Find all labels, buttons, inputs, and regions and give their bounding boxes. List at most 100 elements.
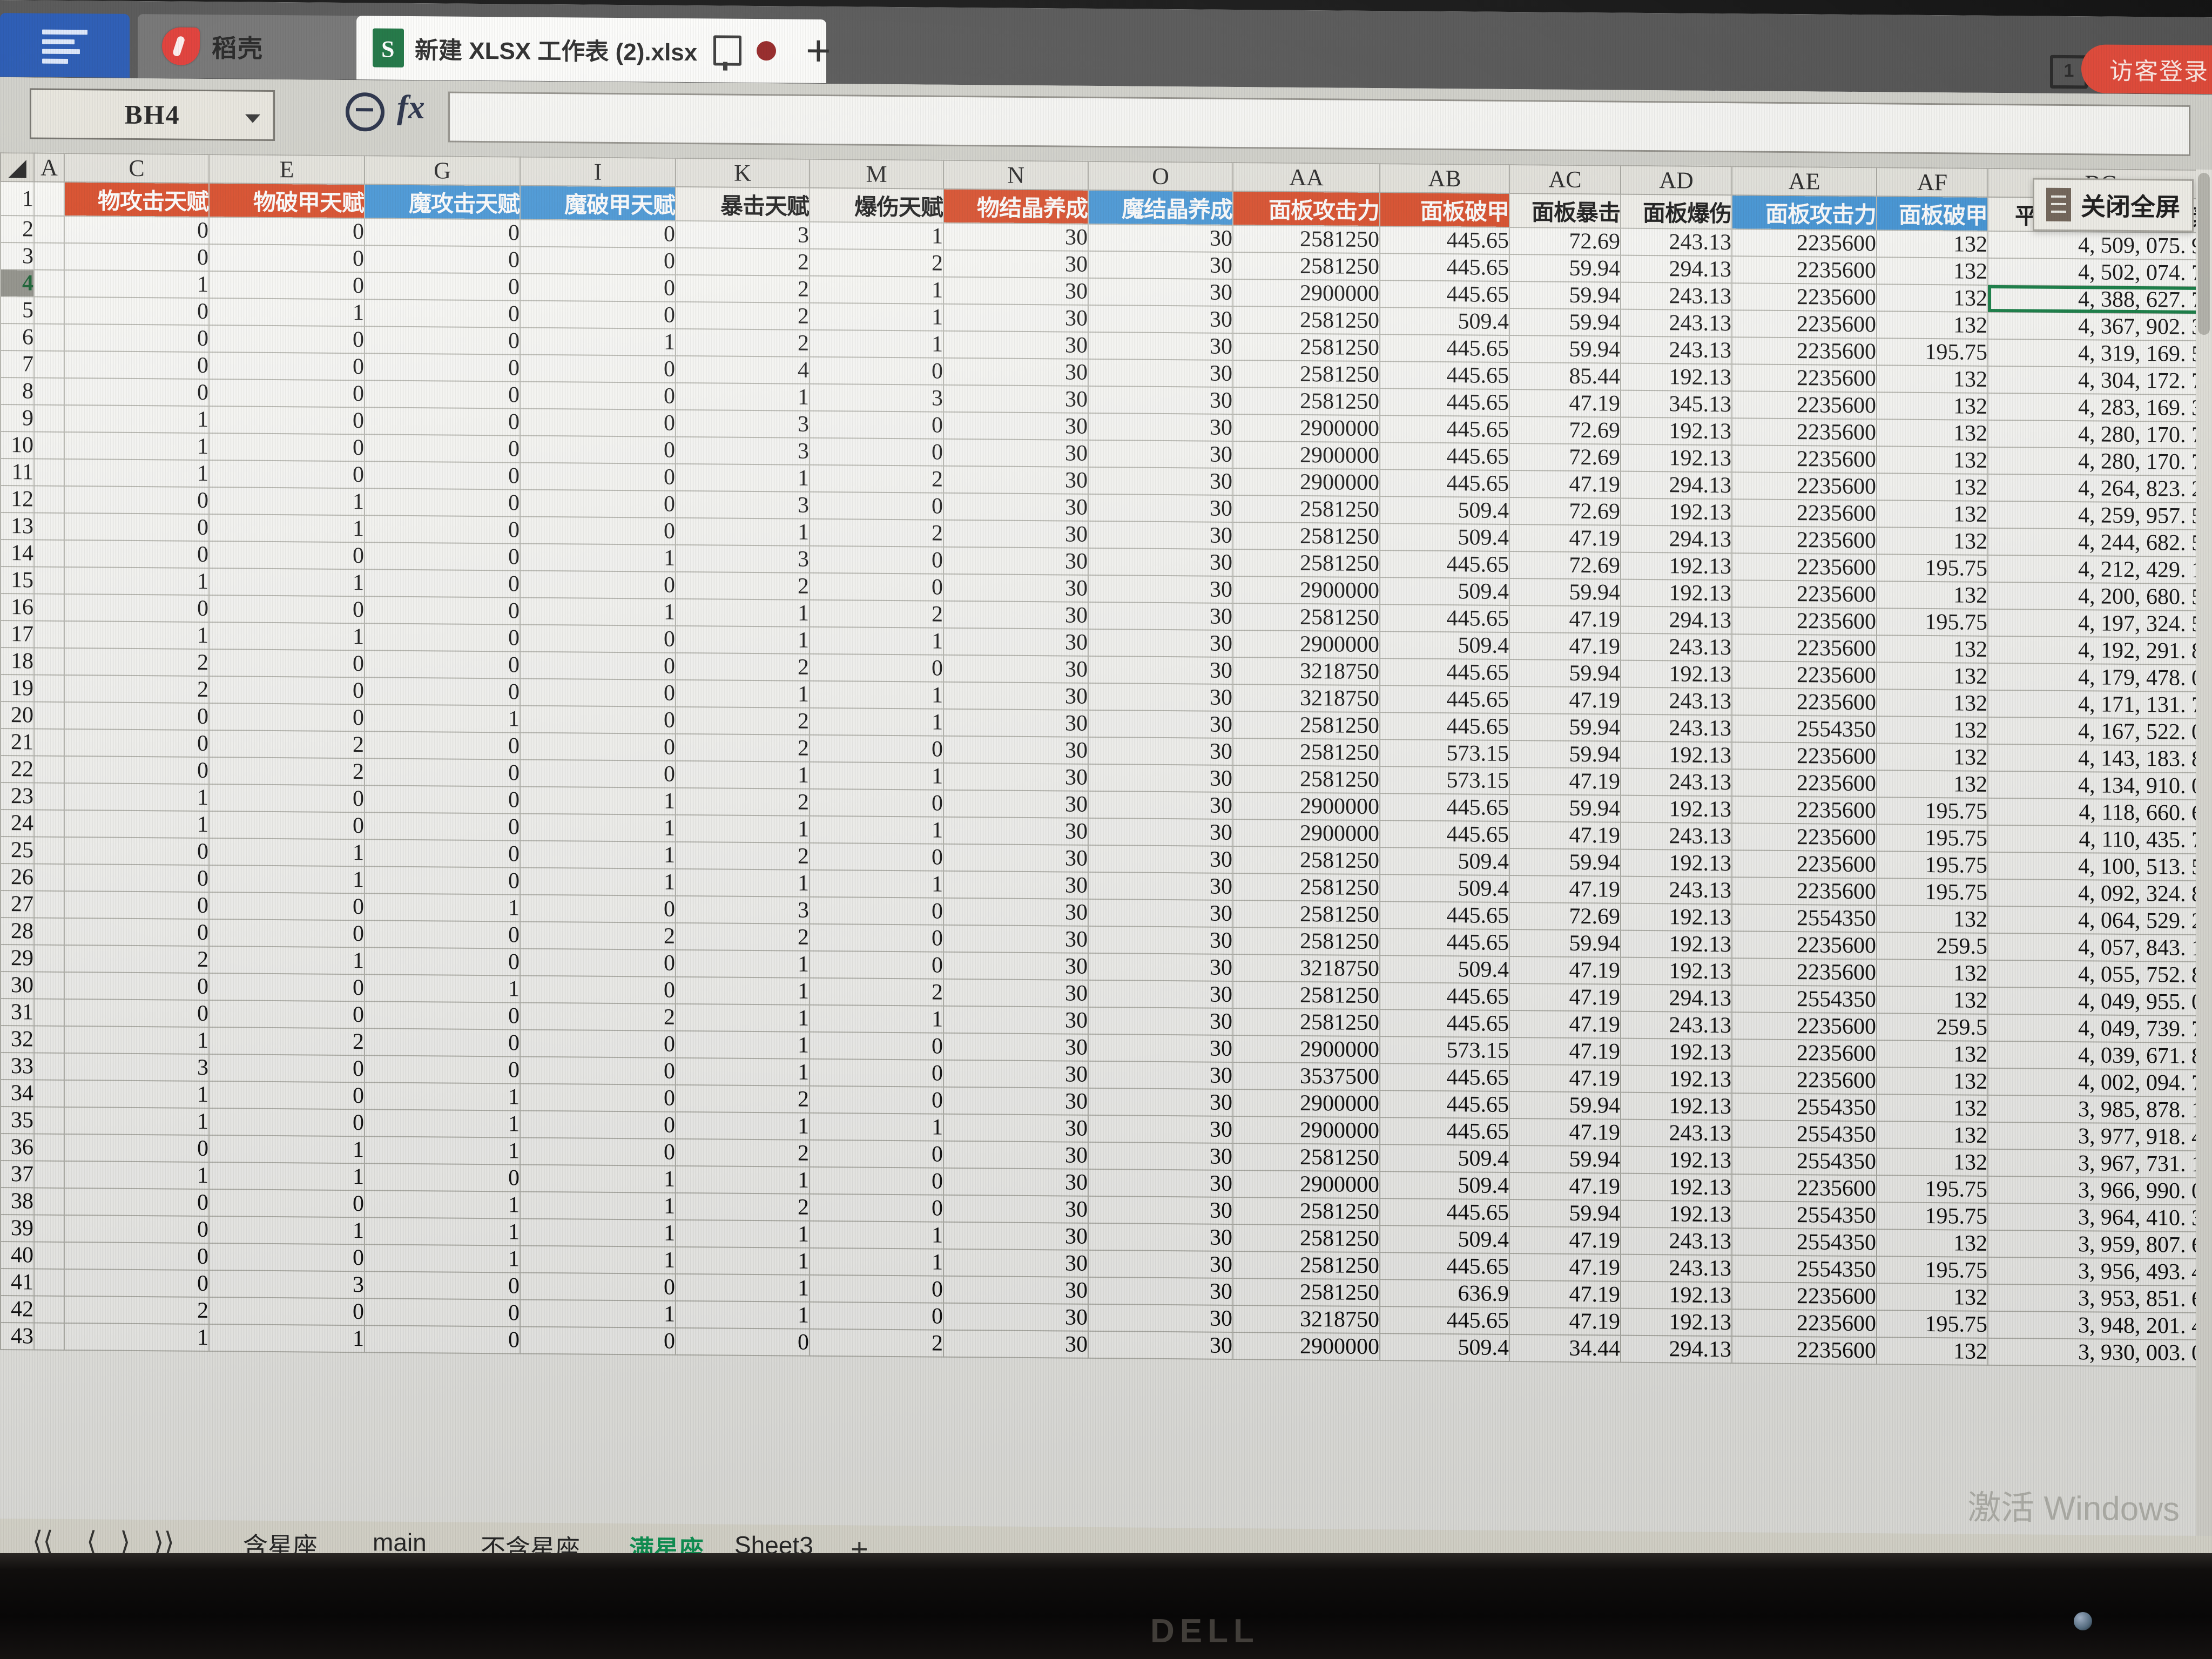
cell-r17-c4[interactable]: 1: [676, 625, 810, 654]
cell-r22-c10[interactable]: 47.19: [1509, 767, 1621, 795]
cell-r9-c11[interactable]: 192.13: [1621, 417, 1732, 446]
cell-r43-c11[interactable]: 294.13: [1621, 1335, 1732, 1364]
cell-r6-c5[interactable]: 1: [810, 329, 943, 358]
column-header-I[interactable]: I: [520, 157, 676, 187]
cell-r16-c10[interactable]: 47.19: [1509, 605, 1621, 633]
cell-r12-c1[interactable]: 1: [209, 487, 365, 516]
cell-r27-c8[interactable]: 2581250: [1233, 900, 1380, 929]
cell-r6-c14[interactable]: 4, 319, 169. 58: [1988, 339, 2212, 368]
cell-r37-c0[interactable]: 1: [64, 1161, 209, 1190]
cell-r10-c3[interactable]: 0: [520, 435, 676, 464]
column-title-13[interactable]: 面板破甲: [1877, 196, 1988, 231]
cell-r15-c7[interactable]: 30: [1088, 575, 1233, 603]
row-header-9[interactable]: 9: [1, 404, 34, 432]
cell-r31-c10[interactable]: 47.19: [1509, 1010, 1621, 1038]
cell-r19-c1[interactable]: 0: [209, 676, 365, 705]
cell-r11-c1[interactable]: 0: [209, 460, 365, 489]
cell-r12-c11[interactable]: 192.13: [1621, 498, 1732, 527]
cell-r21-c11[interactable]: 192.13: [1621, 741, 1732, 770]
cell-r14-c2[interactable]: 0: [365, 542, 520, 571]
cell-r6-c6[interactable]: 30: [943, 331, 1088, 359]
cell-r11-c12[interactable]: 2235600: [1732, 472, 1877, 501]
row-header-34[interactable]: 34: [1, 1080, 34, 1107]
cell-r29-c7[interactable]: 30: [1088, 953, 1233, 981]
cell-r19-c11[interactable]: 243.13: [1621, 687, 1732, 716]
row-header-7[interactable]: 7: [1, 350, 34, 378]
cell-r35-c2[interactable]: 1: [365, 1109, 520, 1138]
cell-r42-c0[interactable]: 2: [64, 1296, 209, 1325]
cell-A14[interactable]: [34, 539, 64, 567]
cell-r33-c7[interactable]: 30: [1088, 1061, 1233, 1089]
cell-r39-c5[interactable]: 1: [810, 1220, 943, 1249]
cell-r18-c2[interactable]: 0: [365, 650, 520, 679]
cell-r30-c5[interactable]: 2: [810, 977, 943, 1006]
cell-r42-c2[interactable]: 0: [365, 1298, 520, 1327]
cell-r10-c1[interactable]: 0: [209, 433, 365, 462]
cell-A28[interactable]: [34, 918, 64, 945]
cell-r16-c9[interactable]: 445.65: [1380, 604, 1509, 632]
cell-r6-c7[interactable]: 30: [1088, 332, 1233, 360]
cell-r18-c11[interactable]: 192.13: [1621, 660, 1732, 689]
cell-r18-c10[interactable]: 59.94: [1509, 659, 1621, 687]
cell-A18[interactable]: [34, 648, 64, 675]
cell-r34-c7[interactable]: 30: [1088, 1088, 1233, 1116]
cell-r25-c11[interactable]: 192.13: [1621, 849, 1732, 878]
row-header-43[interactable]: 43: [1, 1323, 34, 1350]
cell-r29-c10[interactable]: 47.19: [1509, 956, 1621, 984]
cell-r43-c3[interactable]: 0: [520, 1326, 676, 1355]
column-title-8[interactable]: 面板攻击力: [1233, 191, 1380, 227]
cell-r37-c9[interactable]: 509.4: [1380, 1171, 1509, 1199]
cell-r43-c12[interactable]: 2235600: [1732, 1336, 1877, 1365]
guest-login-button[interactable]: 访客登录: [2081, 44, 2212, 95]
cell-r25-c13[interactable]: 195.75: [1877, 851, 1988, 879]
column-title-7[interactable]: 魔结晶养成: [1088, 190, 1233, 225]
cell-r41-c3[interactable]: 0: [520, 1272, 676, 1301]
cell-r17-c2[interactable]: 0: [365, 623, 520, 652]
cell-r2-c0[interactable]: 0: [64, 215, 209, 245]
cell-r9-c1[interactable]: 0: [209, 406, 365, 435]
row-header-2[interactable]: 2: [1, 215, 34, 243]
cell-r13-c8[interactable]: 2581250: [1233, 522, 1380, 551]
name-box[interactable]: BH4: [30, 88, 275, 141]
row-header-28[interactable]: 28: [1, 918, 34, 945]
cell-r8-c11[interactable]: 345.13: [1621, 390, 1732, 419]
cell-r27-c0[interactable]: 0: [64, 891, 209, 920]
cell-r39-c10[interactable]: 47.19: [1509, 1226, 1621, 1255]
cell-r7-c13[interactable]: 132: [1877, 365, 1988, 393]
cell-r41-c0[interactable]: 0: [64, 1269, 209, 1298]
cell-r26-c10[interactable]: 47.19: [1509, 875, 1621, 903]
cell-r16-c3[interactable]: 1: [520, 597, 676, 626]
cell-r6-c2[interactable]: 0: [365, 326, 520, 355]
spreadsheet-grid[interactable]: ◢ACEGIKMNOAAABACADAEAFBG 1物攻击天赋物破甲天赋魔攻击天…: [0, 152, 2212, 1536]
cell-r29-c8[interactable]: 3218750: [1233, 954, 1380, 983]
cell-r39-c14[interactable]: 3, 959, 807. 63: [1988, 1230, 2212, 1259]
cell-r23-c10[interactable]: 59.94: [1509, 794, 1621, 822]
row-header-26[interactable]: 26: [1, 864, 34, 891]
cell-r24-c12[interactable]: 2235600: [1732, 823, 1877, 852]
cell-r25-c6[interactable]: 30: [943, 844, 1088, 872]
cell-r16-c0[interactable]: 0: [64, 594, 209, 623]
cell-r36-c14[interactable]: 3, 967, 731. 10: [1988, 1149, 2212, 1178]
cell-r10-c4[interactable]: 3: [676, 436, 810, 465]
cell-r2-c6[interactable]: 30: [943, 222, 1088, 251]
cell-r12-c9[interactable]: 509.4: [1380, 496, 1509, 524]
cell-r35-c0[interactable]: 1: [64, 1107, 209, 1136]
row-header-4[interactable]: 4: [1, 269, 34, 297]
cell-r25-c0[interactable]: 0: [64, 837, 209, 866]
cell-r5-c5[interactable]: 1: [810, 302, 943, 331]
cell-r18-c3[interactable]: 0: [520, 651, 676, 680]
column-header-AB[interactable]: AB: [1380, 164, 1509, 193]
cell-r10-c8[interactable]: 2900000: [1233, 441, 1380, 470]
cell-r38-c13[interactable]: 195.75: [1877, 1202, 1988, 1230]
cell-r2-c3[interactable]: 0: [520, 219, 676, 248]
cell-r4-c3[interactable]: 0: [520, 273, 676, 302]
cell-r19-c3[interactable]: 0: [520, 678, 676, 707]
cell-r35-c10[interactable]: 47.19: [1509, 1118, 1621, 1147]
cell-r23-c5[interactable]: 0: [810, 788, 943, 817]
cell-A1[interactable]: [34, 181, 64, 216]
cell-r43-c10[interactable]: 34.44: [1509, 1334, 1621, 1363]
cell-r29-c9[interactable]: 509.4: [1380, 955, 1509, 983]
cell-r16-c5[interactable]: 2: [810, 599, 943, 628]
cell-r13-c1[interactable]: 1: [209, 514, 365, 543]
cell-r12-c4[interactable]: 3: [676, 490, 810, 519]
